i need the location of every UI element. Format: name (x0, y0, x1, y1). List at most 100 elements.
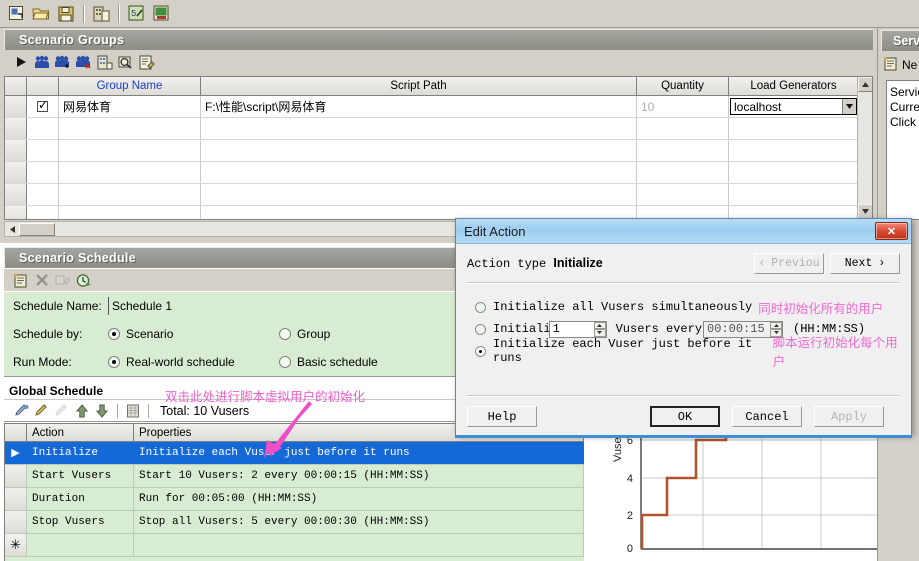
scroll-down-arrow-icon[interactable] (858, 204, 872, 219)
add-action-icon[interactable] (12, 401, 32, 421)
radio-schedule-by-scenario[interactable]: Scenario (108, 327, 251, 341)
interval-stepper[interactable]: 00:00:15 (703, 320, 784, 338)
open-folder-icon[interactable] (29, 2, 53, 26)
run-script-icon[interactable]: 5 (124, 2, 148, 26)
row-marker (5, 488, 27, 510)
ok-button[interactable]: OK (650, 406, 720, 427)
stepper-buttons[interactable] (593, 321, 606, 337)
new-schedule-icon[interactable] (10, 270, 31, 290)
radio-indicator (279, 356, 291, 368)
scenario-groups-grid[interactable]: Group Name Script Path Quantity Load Gen… (4, 76, 873, 220)
empty-cell (59, 162, 201, 183)
radio-label: Real-world schedule (126, 355, 235, 369)
cell-properties[interactable]: Run for 00:05:00 (HH:MM:SS) (134, 488, 584, 510)
row-marker[interactable] (5, 96, 27, 117)
column-header-rowmark (5, 424, 27, 442)
edit-action-dialog[interactable]: Edit Action ✕ Action type Initialize ‹ P… (455, 218, 912, 435)
edit-action-icon[interactable] (32, 401, 52, 421)
cell-properties[interactable]: Start 10 Vusers: 2 every 00:00:15 (HH:MM… (134, 465, 584, 487)
empty-cell (27, 184, 59, 205)
new-sla-label[interactable]: Ne (902, 58, 917, 72)
vuser-group-icon[interactable] (31, 52, 52, 72)
chart-svg: 6 4 2 0 (627, 432, 919, 555)
hscroll-thumb[interactable] (19, 222, 55, 236)
report-icon[interactable] (89, 2, 113, 26)
radio-indicator (475, 301, 486, 313)
radio-schedule-by-group[interactable]: Group (279, 327, 330, 341)
scenario-groups-vertical-scrollbar[interactable] (857, 77, 872, 219)
table-row-empty[interactable] (5, 118, 872, 140)
chevron-down-icon[interactable] (842, 99, 856, 114)
row-marker (5, 162, 27, 183)
stepper-up-icon[interactable] (770, 321, 783, 329)
load-generator-dropdown[interactable]: localhost (730, 98, 857, 115)
column-header-script-path[interactable]: Script Path (201, 77, 637, 96)
move-up-icon[interactable] (72, 401, 92, 421)
cell-action[interactable]: Stop Vusers (27, 511, 134, 533)
cancel-button[interactable]: Cancel (732, 406, 802, 427)
radio-init-each-before-run[interactable]: Initialize each Vuser just before it run… (475, 335, 900, 369)
grid-view-icon[interactable] (123, 401, 143, 421)
right-panel-info-box: Servic Curre Click (886, 80, 919, 220)
new-sla-icon[interactable] (883, 56, 899, 74)
radio-run-mode-realworld[interactable]: Real-world schedule (108, 355, 251, 369)
total-vusers-label: Total: 10 Vusers (160, 403, 250, 418)
delete-schedule-icon[interactable] (31, 270, 52, 290)
column-header-load-generators[interactable]: Load Generators (729, 77, 859, 96)
action-type-value: Initialize (553, 256, 603, 270)
save-icon[interactable] (54, 2, 78, 26)
table-row[interactable]: 网易体育 F:\性能\script\网易体育 10 localhost (5, 96, 872, 118)
add-vusers-icon[interactable] (52, 52, 73, 72)
schedule-action-row-start-vusers[interactable]: Start Vusers Start 10 Vusers: 2 every 00… (5, 465, 584, 488)
schedule-action-row-duration[interactable]: Duration Run for 00:05:00 (HH:MM:SS) (5, 488, 584, 511)
right-panel-line-3: Click (890, 115, 916, 129)
remove-vusers-icon[interactable] (73, 52, 94, 72)
move-down-icon[interactable] (92, 401, 112, 421)
help-button[interactable]: Help (467, 406, 537, 427)
cell-action[interactable]: Initialize (27, 442, 134, 464)
start-scenario-icon[interactable] (10, 52, 31, 72)
column-header-group-name[interactable]: Group Name (59, 77, 201, 96)
annotation-arrow-icon (264, 401, 312, 458)
svg-text:0: 0 (627, 543, 633, 555)
schedule-clock-icon[interactable] (73, 270, 94, 290)
edit-script-icon[interactable] (136, 52, 157, 72)
cell-properties[interactable]: Stop all Vusers: 5 every 00:00:30 (HH:MM… (134, 511, 584, 533)
close-icon[interactable]: ✕ (875, 222, 908, 240)
column-header-action[interactable]: Action (27, 424, 134, 442)
vuser-count-stepper[interactable]: 1 (548, 320, 607, 338)
group-enabled-checkbox[interactable] (27, 96, 59, 117)
column-header-quantity[interactable]: Quantity (637, 77, 729, 96)
stepper-up-icon[interactable] (593, 321, 606, 329)
cell-action[interactable]: Start Vusers (27, 465, 134, 487)
stepper-down-icon[interactable] (593, 329, 606, 337)
loadrunner-controller-window: 5 Scenario Groups Group Name Script Path… (0, 0, 919, 561)
cell-group-name[interactable]: 网易体育 (59, 96, 201, 117)
open-scenario-icon[interactable] (4, 2, 28, 26)
previous-button[interactable]: ‹ Previou (754, 253, 824, 274)
scroll-left-arrow-icon[interactable] (5, 225, 19, 233)
cell-load-generators[interactable]: localhost (729, 96, 859, 117)
table-row-empty[interactable] (5, 140, 872, 162)
radio-run-mode-basic[interactable]: Basic schedule (279, 355, 378, 369)
cell-properties[interactable] (134, 534, 584, 556)
next-label: Next (844, 257, 873, 270)
cell-quantity[interactable]: 10 (637, 96, 729, 117)
group-details-icon[interactable] (94, 52, 115, 72)
scroll-up-arrow-icon[interactable] (858, 77, 872, 92)
schedule-action-row-stop-vusers[interactable]: Stop Vusers Stop all Vusers: 5 every 00:… (5, 511, 584, 534)
dialog-title-bar[interactable]: Edit Action ✕ (456, 219, 911, 244)
empty-cell (637, 184, 729, 205)
results-icon[interactable] (149, 2, 173, 26)
table-row-empty[interactable] (5, 184, 872, 206)
table-row-empty[interactable] (5, 162, 872, 184)
cell-action[interactable] (27, 534, 134, 556)
view-script-icon[interactable] (115, 52, 136, 72)
next-button[interactable]: Next › (830, 253, 900, 274)
schedule-action-row-new[interactable]: ✳ (5, 534, 584, 557)
cell-script-path[interactable]: F:\性能\script\网易体育 (201, 96, 637, 117)
cell-properties[interactable]: Initialize each Vuser just before it run… (134, 442, 584, 464)
radio-init-all-simultaneously[interactable]: Initialize all Vusers simultaneously 同时初… (475, 296, 900, 318)
cell-action[interactable]: Duration (27, 488, 134, 510)
delete-action-icon (52, 401, 72, 421)
